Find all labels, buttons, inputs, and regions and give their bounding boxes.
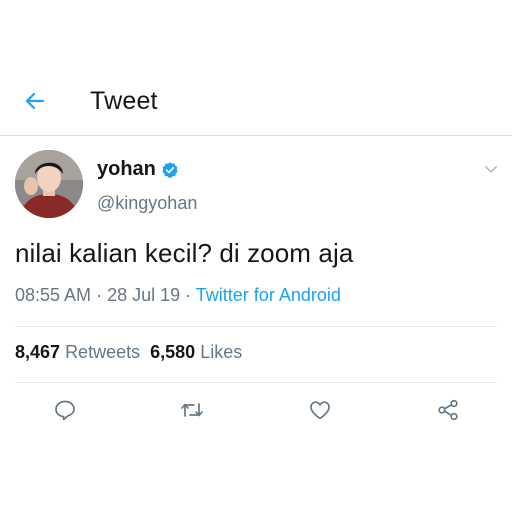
tweet-stats: 8,467 Retweets 6,580 Likes [15, 342, 242, 363]
tweet-text: nilai kalian kecil? di zoom aja [15, 238, 354, 268]
meta-separator: · [91, 285, 108, 305]
user-handle[interactable]: @kingyohan [97, 193, 197, 214]
avatar[interactable] [15, 150, 83, 218]
likes-count: 6,580 [150, 342, 196, 362]
like-button[interactable] [306, 398, 334, 426]
reply-icon [53, 398, 77, 427]
author-name-row[interactable]: yohan [97, 158, 179, 181]
retweet-icon [179, 398, 205, 427]
arrow-left-icon [23, 89, 47, 118]
meta-separator: · [180, 285, 196, 305]
retweets-count: 8,467 [15, 342, 61, 362]
retweet-button[interactable] [178, 398, 206, 426]
retweets-label: Retweets [65, 342, 141, 362]
display-name[interactable]: yohan [97, 158, 156, 181]
divider [15, 326, 497, 327]
reply-button[interactable] [51, 398, 79, 426]
action-bar [0, 392, 512, 432]
tweet-source-link[interactable]: Twitter for Android [196, 285, 341, 305]
divider [15, 382, 497, 383]
chevron-down-icon [482, 165, 500, 182]
likes-stat[interactable]: 6,580 Likes [150, 342, 242, 362]
top-bar: Tweet [0, 70, 512, 136]
share-button[interactable] [434, 398, 462, 426]
back-button[interactable] [20, 88, 50, 118]
tweet-time: 08:55 AM [15, 285, 92, 305]
verified-badge-icon [161, 161, 179, 179]
like-icon [308, 398, 332, 427]
tweet-date: 28 Jul 19 [107, 285, 181, 305]
retweets-stat[interactable]: 8,467 Retweets [15, 342, 140, 362]
more-options-button[interactable] [482, 160, 500, 178]
page-title: Tweet [90, 87, 158, 115]
tweet-meta: 08:55 AM · 28 Jul 19 · Twitter for Andro… [15, 285, 341, 306]
share-icon [436, 398, 460, 427]
likes-label: Likes [200, 342, 243, 362]
